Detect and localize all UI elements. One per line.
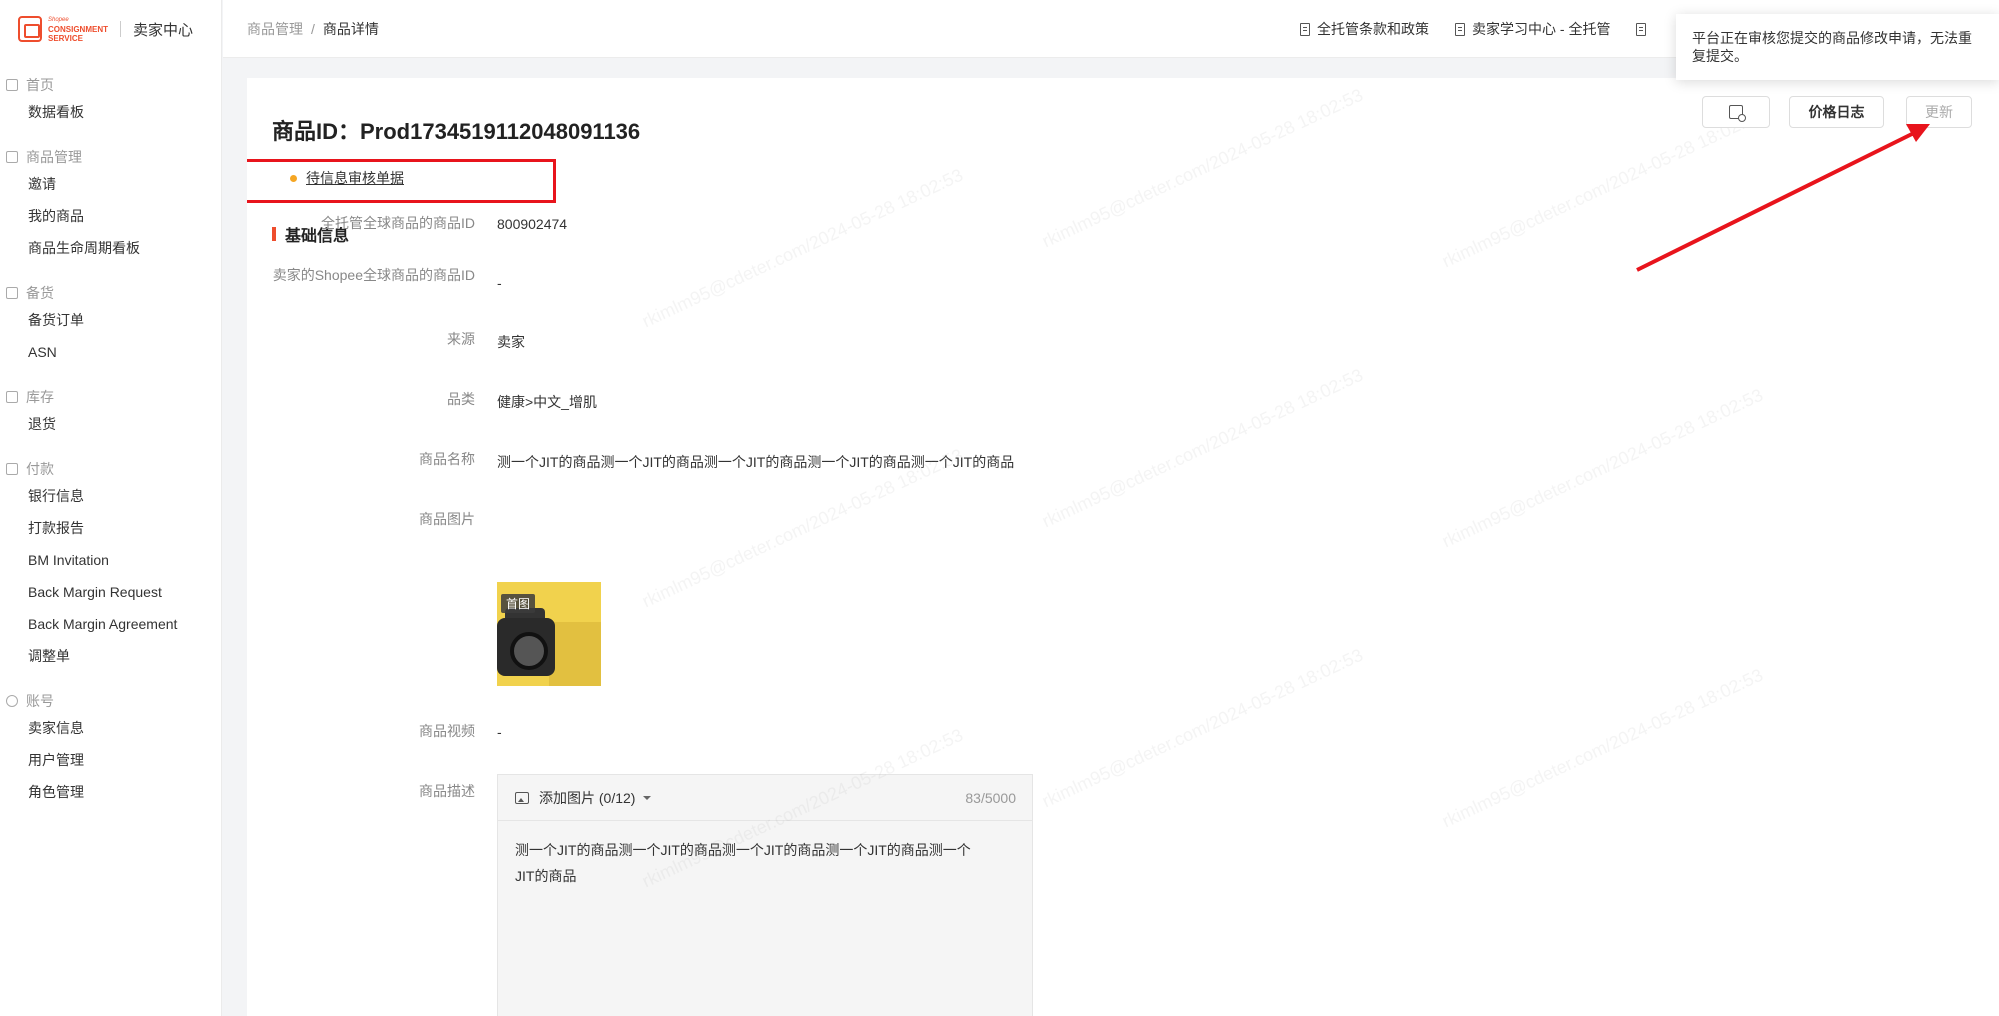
nav-group-title: 备货 bbox=[0, 282, 221, 304]
sidebar-item-bm-invitation[interactable]: BM Invitation bbox=[0, 544, 221, 576]
breadcrumb-current: 商品详情 bbox=[322, 20, 379, 37]
sidebar-item-bank-info[interactable]: 银行信息 bbox=[0, 480, 221, 512]
sidebar: Shopee CONSIGNMENT SERVICE 卖家中心 首页 数据看板 … bbox=[0, 0, 222, 1016]
editor-toolbar: 添加图片 (0/12) 83/5000 bbox=[498, 775, 1032, 821]
watermark: rkimlm95@cdeter.com/2024-05-28 18:02:53 bbox=[1039, 364, 1367, 532]
home-icon bbox=[6, 79, 18, 91]
sidebar-item-asn[interactable]: ASN bbox=[0, 336, 221, 368]
source-value: 卖家 bbox=[497, 334, 525, 350]
sidebar-item-back-margin-request[interactable]: Back Margin Request bbox=[0, 576, 221, 608]
update-button[interactable]: 更新 bbox=[1906, 96, 1972, 128]
product-id-title: 商品ID：Prod1734519112048091136 bbox=[272, 119, 641, 144]
sidebar-item-dashboard[interactable]: 数据看板 bbox=[0, 96, 221, 128]
price-log-button[interactable]: 价格日志 bbox=[1789, 96, 1884, 128]
monitor-icon bbox=[1636, 22, 1647, 36]
source-label: 来源 bbox=[447, 331, 475, 347]
logo-row[interactable]: Shopee CONSIGNMENT SERVICE 卖家中心 bbox=[0, 0, 221, 58]
sidebar-item-lifecycle[interactable]: 商品生命周期看板 bbox=[0, 232, 221, 264]
shopee-logo-icon bbox=[18, 16, 42, 42]
user-icon bbox=[6, 695, 18, 707]
document-icon bbox=[1455, 22, 1465, 36]
review-tooltip: 平台正在审核您提交的商品修改申请，无法重复提交。 bbox=[1676, 14, 1999, 80]
seller-id-value: - bbox=[497, 275, 502, 291]
header-more-link[interactable] bbox=[1636, 22, 1653, 36]
sidebar-item-seller-info[interactable]: 卖家信息 bbox=[0, 712, 221, 744]
product-image-label: 商品图片 bbox=[419, 511, 475, 527]
watermark: rkimlm95@cdeter.com/2024-05-28 18:02:53 bbox=[1039, 644, 1367, 812]
box-icon bbox=[6, 151, 18, 163]
sidebar-item-role-management[interactable]: 角色管理 bbox=[0, 776, 221, 808]
nav-group-title: 库存 bbox=[0, 386, 221, 408]
product-desc-label: 商品描述 bbox=[419, 783, 475, 799]
terms-policy-link[interactable]: 全托管条款和政策 bbox=[1300, 19, 1429, 39]
product-video-value: - bbox=[497, 724, 502, 740]
product-video-label: 商品视频 bbox=[419, 723, 475, 739]
nav-group-payment: 付款 银行信息 打款报告 BM Invitation Back Margin R… bbox=[0, 458, 221, 672]
watermark: rkimlm95@cdeter.com/2024-05-28 18:02:53 bbox=[639, 164, 967, 332]
sidebar-item-stock-orders[interactable]: 备货订单 bbox=[0, 304, 221, 336]
seller-center-title: 卖家中心 bbox=[133, 21, 194, 39]
sidebar-item-user-management[interactable]: 用户管理 bbox=[0, 744, 221, 776]
header-links: 全托管条款和政策 卖家学习中心 - 全托管 bbox=[1300, 0, 1679, 58]
pending-audit-link[interactable]: 待信息审核单据 bbox=[290, 168, 404, 188]
sidebar-item-adjustment[interactable]: 调整单 bbox=[0, 640, 221, 672]
global-id-value: 800902474 bbox=[497, 216, 568, 232]
wallet-icon bbox=[6, 463, 18, 475]
warehouse-icon bbox=[6, 391, 18, 403]
nav-group-title: 付款 bbox=[0, 458, 221, 480]
watermark: rkimlm95@cdeter.com/2024-05-28 18:02:53 bbox=[1039, 84, 1367, 252]
nav-group-title: 账号 bbox=[0, 690, 221, 712]
char-counter: 83/5000 bbox=[965, 789, 1016, 806]
add-image-button[interactable]: 添加图片 (0/12) bbox=[539, 788, 635, 808]
logo-small-text: Shopee bbox=[48, 16, 69, 23]
status-dot bbox=[290, 174, 297, 182]
chevron-down-icon[interactable] bbox=[643, 795, 652, 800]
watermark: rkimlm95@cdeter.com/2024-05-28 18:02:53 bbox=[1439, 664, 1767, 832]
nav-group-product: 商品管理 邀请 我的商品 商品生命周期看板 bbox=[0, 146, 221, 264]
terms-policy-label: 全托管条款和政策 bbox=[1317, 21, 1429, 37]
watermark: rkimlm95@cdeter.com/2024-05-28 18:02:53 bbox=[1439, 104, 1767, 272]
logo-line1: CONSIGNMENT bbox=[48, 24, 108, 34]
logo-text: Shopee CONSIGNMENT SERVICE bbox=[48, 16, 108, 43]
nav-group-stock: 备货 备货订单 ASN bbox=[0, 282, 221, 368]
category-value: 健康>中文_增肌 bbox=[497, 394, 597, 410]
main-image-badge: 首图 bbox=[501, 594, 536, 613]
product-name-label: 商品名称 bbox=[419, 451, 475, 467]
camera-image bbox=[497, 608, 555, 676]
calc-button[interactable] bbox=[1702, 96, 1770, 128]
breadcrumb-separator: / bbox=[311, 20, 315, 37]
pending-audit-label: 待信息审核单据 bbox=[306, 170, 404, 186]
sidebar-item-my-products[interactable]: 我的商品 bbox=[0, 200, 221, 232]
thumbnail-shadow bbox=[549, 622, 601, 686]
logo-line2: SERVICE bbox=[48, 33, 83, 43]
sidebar-item-returns[interactable]: 退货 bbox=[0, 408, 221, 440]
learning-center-label: 卖家学习中心 - 全托管 bbox=[1472, 21, 1611, 37]
product-thumbnail[interactable]: 首图 bbox=[497, 582, 601, 686]
category-label: 品类 bbox=[447, 391, 475, 407]
description-text[interactable]: 测一个JIT的商品测一个JIT的商品测一个JIT的商品测一个JIT的商品测一个J… bbox=[498, 821, 998, 905]
product-detail-card: 商品ID：Prod1734519112048091136 待信息审核单据 基础信… bbox=[247, 78, 1999, 1016]
watermark: rkimlm95@cdeter.com/2024-05-28 18:02:53 bbox=[1439, 384, 1767, 552]
sidebar-item-invite[interactable]: 邀请 bbox=[0, 168, 221, 200]
logo-divider bbox=[120, 21, 121, 37]
nav-group-account: 账号 卖家信息 用户管理 角色管理 bbox=[0, 690, 221, 808]
global-id-label: 全托管全球商品的商品ID bbox=[321, 215, 475, 231]
learning-center-link[interactable]: 卖家学习中心 - 全托管 bbox=[1455, 19, 1610, 39]
nav-group-title: 商品管理 bbox=[0, 146, 221, 168]
seller-id-label: 卖家的Shopee全球商品的商品ID bbox=[272, 267, 475, 283]
calculator-icon bbox=[1729, 105, 1746, 122]
clipboard-icon bbox=[6, 287, 18, 299]
breadcrumb-parent[interactable]: 商品管理 bbox=[247, 19, 303, 39]
breadcrumb: 商品管理 / 商品详情 bbox=[247, 19, 379, 39]
product-name-value: 测一个JIT的商品测一个JIT的商品测一个JIT的商品测一个JIT的商品测一个J… bbox=[497, 454, 1015, 470]
document-icon bbox=[1300, 22, 1310, 36]
description-editor[interactable]: 添加图片 (0/12) 83/5000 测一个JIT的商品测一个JIT的商品测一… bbox=[497, 774, 1033, 1016]
image-icon bbox=[515, 791, 529, 804]
sidebar-item-payment-report[interactable]: 打款报告 bbox=[0, 512, 221, 544]
nav-group-home: 首页 数据看板 bbox=[0, 74, 221, 128]
sidebar-item-back-margin-agreement[interactable]: Back Margin Agreement bbox=[0, 608, 221, 640]
nav-group-title: 首页 bbox=[0, 74, 221, 96]
nav-group-inventory: 库存 退货 bbox=[0, 386, 221, 440]
